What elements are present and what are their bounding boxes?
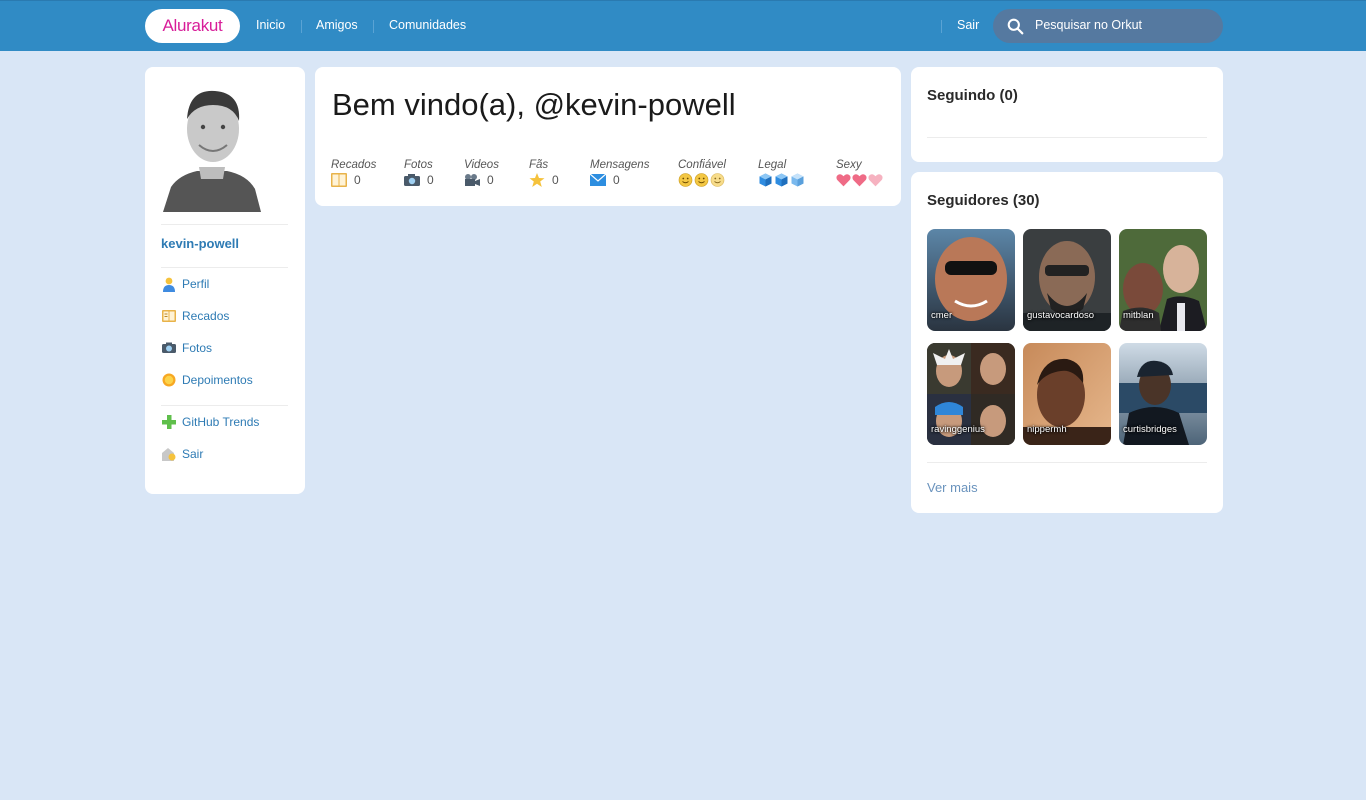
stat-value: 0	[487, 173, 494, 187]
followers-box: Seguidores (30) cmer gustavocardoso mitb…	[911, 172, 1223, 513]
logout-icon	[162, 448, 176, 461]
menu-item-label: Sair	[182, 447, 204, 461]
menu-item-fotos[interactable]: Fotos	[161, 339, 212, 357]
stat-value: 0	[552, 173, 559, 187]
following-box: Seguindo (0)	[911, 67, 1223, 162]
stat-label: Legal	[758, 159, 787, 171]
follower-card[interactable]: curtisbridges	[1119, 343, 1207, 445]
search-input[interactable]: Pesquisar no Orkut	[1035, 18, 1142, 32]
follower-card[interactable]: gustavocardoso	[1023, 229, 1111, 331]
follower-name: mitblan	[1123, 310, 1154, 321]
menu-item-recados[interactable]: Recados	[161, 307, 229, 325]
ice-cube-icon	[759, 173, 772, 187]
smiley-icon	[694, 173, 709, 187]
follower-card[interactable]: cmer	[927, 229, 1015, 331]
book-icon	[162, 310, 176, 322]
smiley-icon	[678, 173, 693, 187]
divider	[161, 224, 288, 225]
menu-item-depoimentos[interactable]: Depoimentos	[161, 371, 253, 389]
stat-value: 0	[427, 173, 434, 187]
camera-icon	[404, 174, 420, 186]
followers-title: Seguidores (30)	[927, 192, 1040, 209]
divider	[161, 405, 288, 406]
book-icon	[331, 173, 347, 187]
menu-item-label: Perfil	[182, 277, 210, 291]
welcome-card: Bem vindo(a), @kevin-powell Recados 0 Fo…	[315, 67, 901, 206]
follower-name: nippermh	[1027, 424, 1067, 435]
stat-confiavel: Confiável	[678, 159, 726, 187]
follower-name: gustavocardoso	[1027, 310, 1095, 321]
nav-link-comunidades[interactable]: Comunidades	[389, 18, 466, 32]
follower-card[interactable]: nippermh	[1023, 343, 1111, 445]
follower-name: ravinggenius	[931, 424, 985, 435]
follower-name: curtisbridges	[1123, 424, 1177, 435]
top-navigation-bar: Alurakut Inicio Amigos Comunidades Sair …	[0, 0, 1366, 51]
user-icon	[163, 277, 175, 292]
follower-card[interactable]: mitblan	[1119, 229, 1207, 331]
stat-label: Fotos	[404, 159, 433, 171]
profile-avatar[interactable]	[161, 79, 263, 212]
stat-mensagens: Mensagens 0	[590, 159, 649, 187]
nav-separator	[941, 20, 942, 33]
plus-icon	[162, 415, 176, 429]
divider	[927, 462, 1207, 463]
stat-sexy: Sexy	[836, 159, 883, 187]
stat-fotos: Fotos 0	[404, 159, 434, 187]
nav-separator	[373, 20, 374, 33]
heart-icon	[852, 174, 867, 187]
camera-icon	[162, 342, 176, 353]
menu-item-label: GitHub Trends	[182, 415, 260, 429]
alurakut-logo[interactable]: Alurakut	[145, 9, 240, 43]
menu-item-github-trends[interactable]: GitHub Trends	[161, 413, 259, 431]
stat-recados: Recados 0	[331, 159, 376, 187]
stat-label: Fãs	[529, 159, 549, 171]
stat-label: Videos	[464, 159, 499, 171]
menu-item-perfil[interactable]: Perfil	[161, 275, 209, 293]
profile-username[interactable]: kevin-powell	[161, 236, 239, 251]
stat-fas: Fãs 0	[529, 159, 559, 187]
welcome-title: Bem vindo(a), @kevin-powell	[332, 87, 736, 122]
menu-item-label: Fotos	[182, 341, 213, 355]
nav-separator	[301, 20, 302, 33]
follower-card[interactable]: ravinggenius	[927, 343, 1015, 445]
divider	[927, 137, 1207, 138]
nav-link-inicio[interactable]: Inicio	[256, 18, 285, 32]
search-bar[interactable]: Pesquisar no Orkut	[993, 9, 1223, 43]
menu-item-sair[interactable]: Sair	[161, 445, 203, 463]
follower-name: cmer	[931, 310, 953, 321]
logout-link[interactable]: Sair	[957, 18, 979, 32]
search-icon	[1007, 18, 1024, 35]
divider	[161, 267, 288, 268]
heart-icon	[868, 174, 883, 187]
sun-icon	[162, 373, 176, 387]
stat-label: Confiável	[678, 159, 726, 171]
logo-text: Alurakut	[162, 16, 223, 35]
stat-label: Recados	[331, 159, 377, 171]
menu-item-label: Recados	[182, 309, 230, 323]
stat-label: Mensagens	[590, 159, 650, 171]
smiley-icon	[710, 173, 725, 187]
star-icon	[529, 173, 545, 187]
stat-value: 0	[354, 173, 361, 187]
nav-link-amigos[interactable]: Amigos	[316, 18, 358, 32]
ice-cube-icon	[775, 173, 788, 187]
envelope-icon	[590, 173, 606, 186]
stat-label: Sexy	[836, 159, 862, 171]
profile-sidebar: kevin-powell Perfil Recados Fotos Depoim…	[145, 67, 305, 494]
see-more-link[interactable]: Ver mais	[927, 480, 978, 495]
stat-videos: Videos 0	[464, 159, 499, 187]
following-title: Seguindo (0)	[927, 87, 1018, 104]
stat-legal: Legal	[758, 159, 805, 187]
ice-cube-icon	[791, 173, 804, 187]
heart-icon	[836, 174, 851, 187]
menu-item-label: Depoimentos	[182, 373, 253, 387]
video-camera-icon	[465, 174, 480, 186]
stat-value: 0	[613, 173, 620, 187]
